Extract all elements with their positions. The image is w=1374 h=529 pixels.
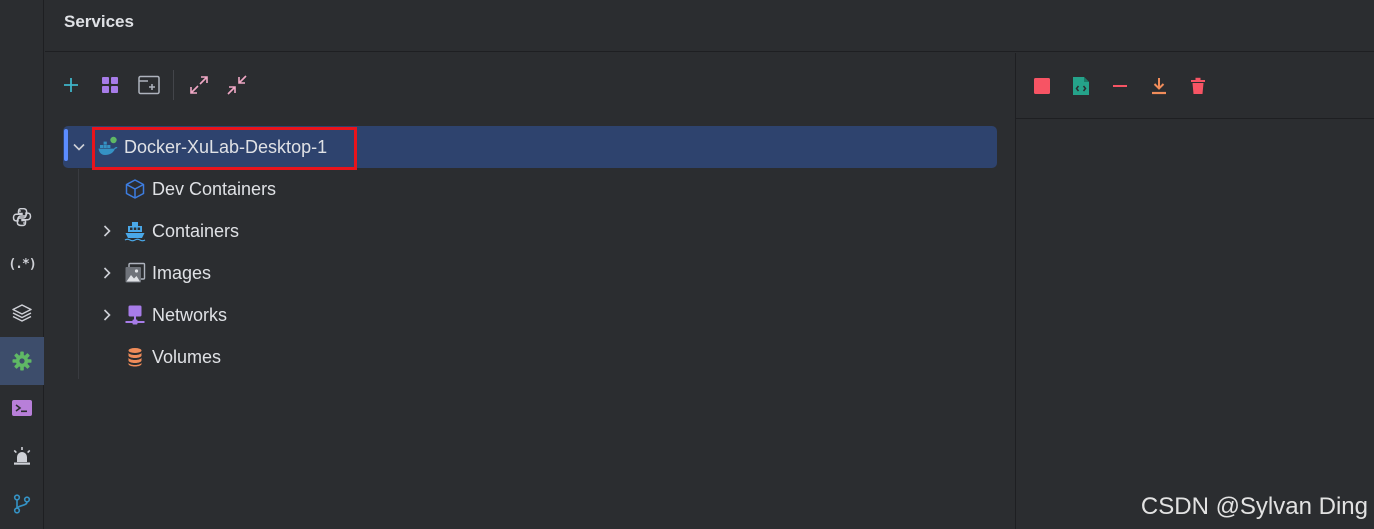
tree-item-label: Networks	[152, 304, 228, 325]
cube-icon	[124, 178, 146, 200]
network-icon	[124, 304, 146, 326]
toolbar-separator	[173, 70, 174, 100]
chevron-right-icon[interactable]	[99, 265, 115, 281]
expand-all-icon	[190, 76, 208, 94]
tree-item-label: Volumes	[152, 346, 222, 367]
tree-row-dev-containers[interactable]: Dev Containers	[63, 168, 997, 210]
download-button[interactable]	[1143, 70, 1175, 102]
group-by-button[interactable]	[94, 69, 126, 101]
delete-button[interactable]	[1182, 70, 1214, 102]
detail-toolbar	[1016, 53, 1374, 119]
open-in-new-tab-button[interactable]	[133, 69, 165, 101]
services-button[interactable]	[0, 337, 44, 385]
selection-indicator	[64, 129, 68, 161]
stop-button[interactable]	[1026, 70, 1058, 102]
python-icon	[12, 207, 32, 227]
tree-row-images[interactable]: Images	[63, 252, 997, 294]
detail-panel	[1016, 53, 1374, 529]
services-window: (.*) Services Docker-XuLab-Desktop-1 Dev…	[0, 0, 1374, 529]
stop-icon	[1034, 78, 1050, 94]
services-tree-panel: Docker-XuLab-Desktop-1 Dev Containers Co…	[45, 53, 1015, 529]
chevron-down-icon[interactable]	[71, 139, 87, 155]
group-icon	[102, 77, 118, 93]
tree-row-networks[interactable]: Networks	[63, 294, 997, 336]
tree-row-volumes[interactable]: Volumes	[63, 336, 997, 378]
tree-item-label: Containers	[152, 220, 240, 241]
edit-configuration-button[interactable]	[1065, 70, 1097, 102]
tool-window-header: Services	[45, 0, 1374, 52]
download-icon	[1152, 78, 1166, 95]
python-console-button[interactable]	[0, 193, 44, 241]
expand-all-button[interactable]	[183, 69, 215, 101]
delete-icon	[1191, 77, 1205, 94]
page-title: Services	[64, 11, 134, 31]
tree-item-label: Images	[152, 262, 212, 283]
tree-row-docker-root[interactable]: Docker-XuLab-Desktop-1	[63, 126, 997, 170]
remove-button[interactable]	[1104, 70, 1136, 102]
layers-icon	[12, 304, 32, 322]
tree-item-label: Dev Containers	[152, 178, 277, 199]
container-ship-icon	[124, 220, 146, 242]
tree-root-label: Docker-XuLab-Desktop-1	[124, 136, 328, 157]
collapse-all-button[interactable]	[221, 69, 253, 101]
regex-tool-button[interactable]: (.*)	[0, 240, 44, 288]
services-toolbar	[45, 69, 1015, 101]
collapse-all-icon	[227, 75, 247, 95]
chevron-right-icon[interactable]	[99, 223, 115, 239]
git-branch-icon	[13, 494, 31, 514]
watermark-text: CSDN @Sylvan Ding	[1140, 493, 1368, 520]
terminal-icon	[12, 400, 32, 416]
add-service-button[interactable]	[55, 69, 87, 101]
activity-bar: (.*)	[0, 0, 44, 529]
edit-config-icon	[1073, 77, 1089, 95]
gear-icon	[12, 351, 32, 371]
alarm-icon	[13, 447, 31, 465]
regex-icon: (.*)	[8, 256, 36, 272]
remove-icon	[1113, 85, 1127, 87]
image-icon	[124, 262, 146, 284]
git-button[interactable]	[0, 480, 44, 528]
add-icon	[64, 78, 78, 92]
new-tab-icon	[138, 75, 160, 95]
tree-row-containers[interactable]: Containers	[63, 210, 997, 252]
alarm-button[interactable]	[0, 432, 44, 480]
docker-icon	[97, 136, 119, 158]
layers-button[interactable]	[0, 289, 44, 337]
terminal-button[interactable]	[0, 384, 44, 432]
chevron-right-icon[interactable]	[99, 307, 115, 323]
database-icon	[124, 346, 146, 368]
